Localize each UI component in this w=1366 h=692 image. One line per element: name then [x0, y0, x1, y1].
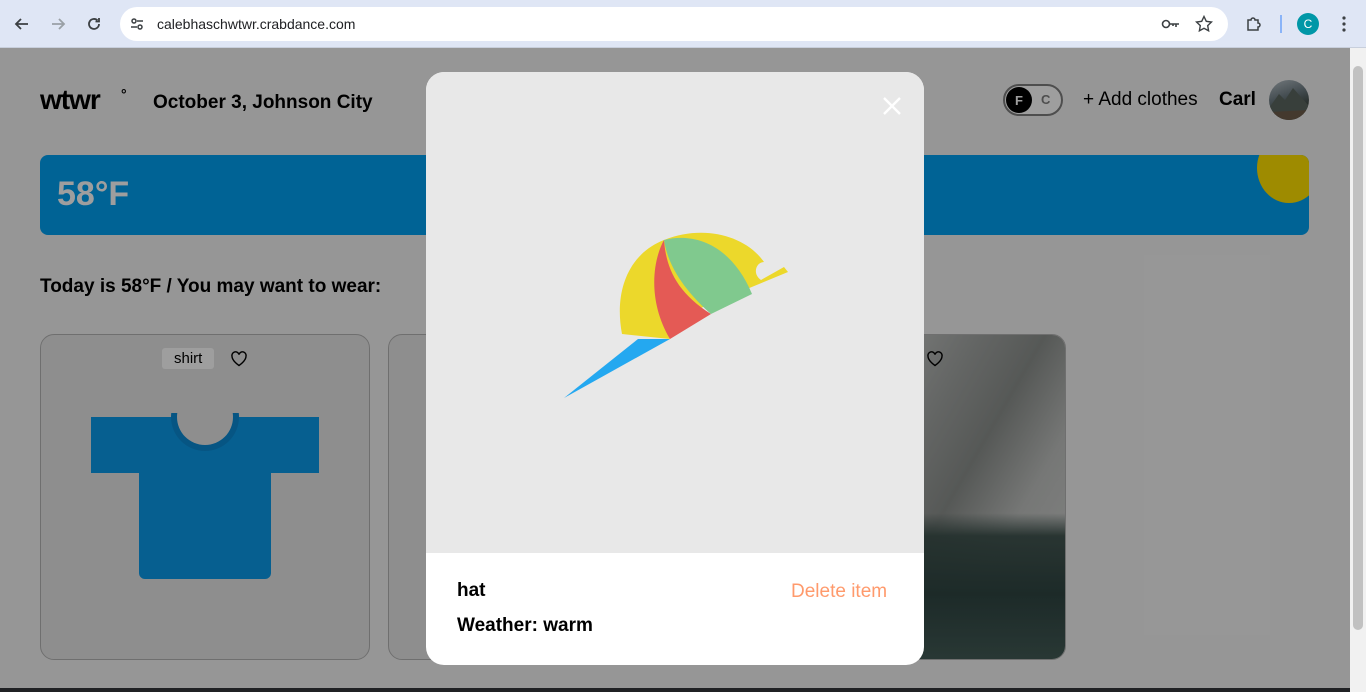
hat-image — [564, 232, 788, 398]
item-preview-modal: hat Weather: warm Delete item — [426, 72, 924, 665]
extensions-button[interactable] — [1242, 12, 1266, 36]
bottom-edge — [0, 688, 1350, 692]
puzzle-icon — [1247, 17, 1261, 31]
url-text: calebhaschwtwr.crabdance.com — [157, 16, 356, 32]
bookmark-star-icon[interactable] — [1195, 15, 1213, 33]
chrome-menu-button[interactable] — [1332, 12, 1356, 36]
forward-button[interactable] — [46, 12, 70, 36]
forward-arrow-icon — [52, 18, 66, 30]
reload-button[interactable] — [82, 12, 106, 36]
kebab-menu-icon — [1342, 16, 1346, 32]
close-icon[interactable] — [880, 94, 904, 118]
scrollbar-thumb[interactable] — [1353, 66, 1363, 630]
item-image-area — [426, 72, 924, 553]
profile-avatar[interactable]: C — [1297, 13, 1319, 35]
address-bar[interactable]: calebhaschwtwr.crabdance.com — [120, 7, 1228, 41]
reload-icon — [88, 18, 100, 30]
toolbar-divider — [1280, 15, 1282, 33]
page-scrollbar[interactable] — [1350, 48, 1366, 692]
item-weather: Weather: warm — [457, 615, 593, 636]
item-name: hat — [457, 580, 486, 601]
site-info-icon[interactable] — [129, 16, 145, 32]
back-arrow-icon — [14, 18, 28, 30]
delete-item-button[interactable]: Delete item — [791, 581, 887, 603]
browser-toolbar: calebhaschwtwr.crabdance.com C — [0, 0, 1366, 48]
back-button[interactable] — [10, 12, 34, 36]
password-key-icon[interactable] — [1161, 16, 1181, 32]
